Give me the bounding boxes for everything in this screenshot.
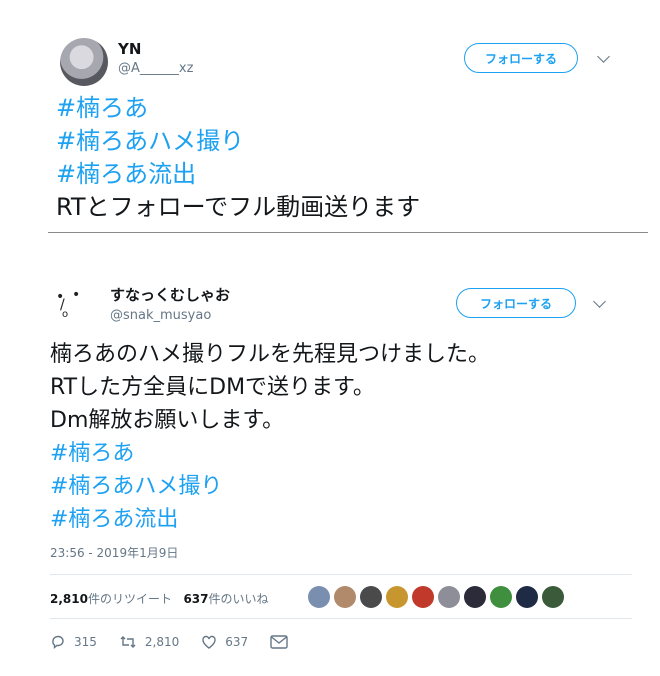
user-handle[interactable]: @snak_musyao [110, 308, 211, 323]
tweet-text-line: RTとフォローでフル動画送ります [56, 193, 421, 221]
hashtag-link[interactable]: #楠ろあ流出 [56, 158, 420, 191]
timestamp[interactable]: 23:56 - 2019年1月9日 [50, 544, 178, 561]
tweet-1: YN @A______xz フォローする #楠ろあ #楠ろあハメ撮り #楠ろあ流… [0, 0, 660, 232]
retweet-stat[interactable]: 2,810件のリツイート [50, 592, 172, 606]
liker-avatar[interactable] [386, 586, 408, 608]
direct-message-button[interactable] [270, 635, 296, 649]
liker-avatar[interactable] [360, 586, 382, 608]
liker-avatar[interactable] [464, 586, 486, 608]
retweet-button[interactable]: 2,810 [119, 634, 179, 650]
liker-avatar[interactable] [438, 586, 460, 608]
action-bar: 315 2,810 637 [50, 634, 318, 650]
hashtag-link[interactable]: #楠ろあ [56, 92, 420, 125]
follow-button[interactable]: フォローする [456, 288, 576, 318]
tweet-text: 楠ろあのハメ撮りフルを先程見つけました。 RTした方全員にDMで送ります。 Dm… [50, 338, 490, 536]
retweet-count: 2,810 [50, 592, 88, 606]
chevron-down-icon[interactable] [597, 50, 610, 63]
avatar[interactable] [60, 38, 108, 86]
like-count: 637 [225, 635, 249, 649]
liker-avatar[interactable] [516, 586, 538, 608]
follow-button[interactable]: フォローする [464, 43, 578, 73]
heart-icon [202, 635, 216, 649]
liker-avatar[interactable] [490, 586, 512, 608]
like-stat-label: 件のいいね [208, 592, 269, 606]
retweet-count: 2,810 [144, 635, 180, 649]
hashtag-link[interactable]: #楠ろあハメ撮り [56, 125, 420, 158]
display-name[interactable]: すなっくむしゃお [110, 284, 230, 305]
retweet-stat-label: 件のリツイート [87, 592, 172, 606]
user-handle[interactable]: @A______xz [118, 61, 193, 76]
liker-avatar[interactable] [412, 586, 434, 608]
hashtag-link[interactable]: #楠ろあ流出 [50, 503, 490, 536]
divider [50, 618, 632, 619]
reply-count: 315 [74, 635, 97, 649]
display-name[interactable]: YN [118, 40, 141, 58]
hashtag-link[interactable]: #楠ろあ [50, 437, 490, 470]
reply-icon [52, 635, 64, 650]
liker-avatar[interactable] [334, 586, 356, 608]
liker-avatar[interactable] [308, 586, 330, 608]
like-count: 637 [183, 592, 209, 606]
engagement-stats: 2,810件のリツイート 637件のいいね [50, 590, 269, 607]
tweet-text-line: RTした方全員にDMで送ります。 [50, 375, 375, 400]
tweet-text-line: 楠ろあのハメ撮りフルを先程見つけました。 [50, 342, 491, 367]
like-stat[interactable]: 637件のいいね [183, 592, 268, 606]
like-button[interactable]: 637 [201, 634, 248, 650]
divider [48, 232, 648, 233]
liker-avatar[interactable] [542, 586, 564, 608]
avatar[interactable]: • • / o [50, 284, 94, 328]
reply-button[interactable]: 315 [50, 634, 97, 650]
divider [50, 574, 632, 575]
hashtag-link[interactable]: #楠ろあハメ撮り [50, 470, 490, 503]
liker-avatars [308, 586, 564, 608]
tweet-text-line: Dm解放お願いします。 [50, 408, 285, 433]
tweet-text: #楠ろあ #楠ろあハメ撮り #楠ろあ流出 RTとフォローでフル動画送ります [56, 92, 420, 224]
retweet-icon [120, 636, 136, 648]
envelope-icon [270, 635, 288, 649]
